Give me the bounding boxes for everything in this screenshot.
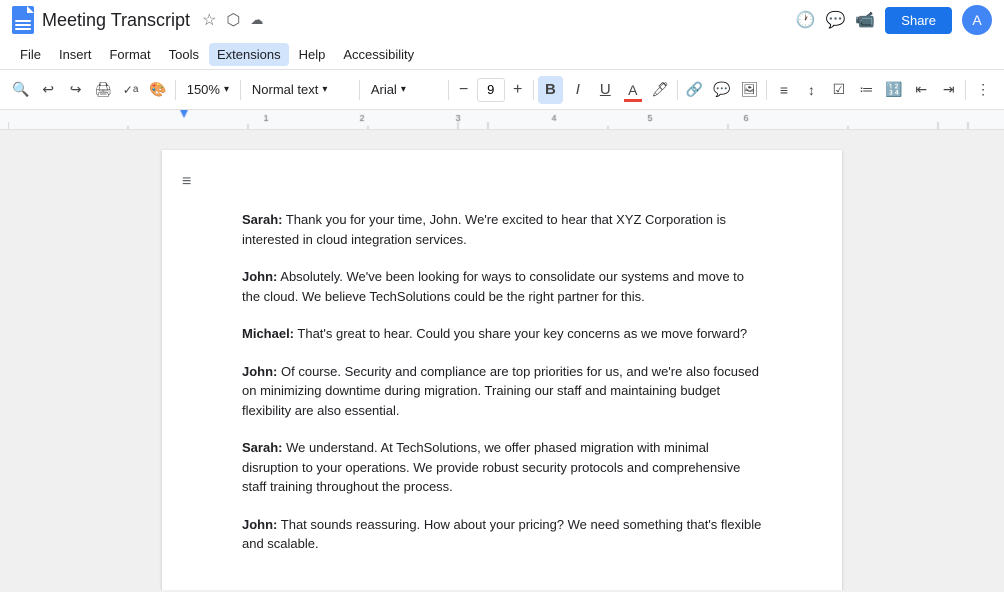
font-size-input[interactable] [477,78,505,102]
ruler-canvas [8,110,1004,130]
paragraph-john-1: John: Absolutely. We've been looking for… [242,267,762,306]
redo-button[interactable]: ↪ [63,76,88,104]
zoom-label: 150% [187,82,220,97]
font-family-dropdown-icon: ▾ [401,84,406,95]
more-options-button[interactable]: ⋮ [970,76,995,104]
highlight-button[interactable]: 🖊 [648,76,673,104]
text-john-2: Of course. Security and compliance are t… [242,364,759,418]
font-size-group: − + [453,76,529,104]
menu-file[interactable]: File [12,43,49,66]
account-icon[interactable]: A [962,5,992,35]
speaker-john-2: John: [242,364,277,379]
checklist-button[interactable]: ☑ [826,76,851,104]
text-style-select[interactable]: Normal text ▾ [245,76,355,104]
divider-5 [533,80,534,100]
speaker-sarah-2: Sarah: [242,440,282,455]
speaker-john-3: John: [242,517,277,532]
divider-2 [240,80,241,100]
paragraph-michael-1: Michael: That's great to hear. Could you… [242,324,762,344]
cloud-icon[interactable]: ☁ [250,12,263,28]
link-button[interactable]: 🔗 [682,76,707,104]
doc-icon [12,6,34,34]
text-sarah-2: We understand. At TechSolutions, we offe… [242,440,740,494]
underline-button[interactable]: U [593,76,618,104]
menu-bar: File Insert Format Tools Extensions Help… [0,40,1004,70]
paragraph-john-2: John: Of course. Security and compliance… [242,362,762,421]
document-title: Meeting Transcript [42,10,190,31]
document-area[interactable]: ≡ Sarah: Thank you for your time, John. … [0,130,1004,590]
speaker-john-1: John: [242,269,277,284]
menu-insert[interactable]: Insert [51,43,100,66]
indent-decrease-button[interactable]: ⇤ [909,76,934,104]
comment-button[interactable]: 💬 [709,76,734,104]
title-bar: Meeting Transcript ☆ ⬡ ☁ 🕐 💬 📹 Share A [0,0,1004,40]
divider-8 [965,80,966,100]
text-john-1: Absolutely. We've been looking for ways … [242,269,744,304]
divider-6 [677,80,678,100]
paint-format-button[interactable]: 🎨 [145,76,170,104]
meet-icon[interactable]: 📹 [855,10,875,30]
share-button[interactable]: Share [885,7,952,34]
paragraph-sarah-1: Sarah: Thank you for your time, John. We… [242,210,762,249]
indent-increase-button[interactable]: ⇥ [936,76,961,104]
text-michael-1: That's great to hear. Could you share yo… [294,326,747,341]
speaker-sarah-1: Sarah: [242,212,282,227]
history-icon[interactable]: 🕐 [796,10,816,30]
align-button[interactable]: ≡ [771,76,796,104]
title-bar-icons: ☆ ⬡ ☁ [202,10,263,30]
bullet-list-button[interactable]: ≔ [854,76,879,104]
toolbar: 🔍 ↩ ↪ 🖨 ✓a 🎨 150% ▾ Normal text ▾ Arial … [0,70,1004,110]
text-style-dropdown-icon: ▾ [322,84,327,95]
spellcheck-button[interactable]: ✓a [118,76,143,104]
bold-button[interactable]: B [538,76,563,104]
text-sarah-1: Thank you for your time, John. We're exc… [242,212,726,247]
font-size-increase-button[interactable]: + [507,76,529,104]
ruler [0,110,1004,130]
undo-button[interactable]: ↩ [35,76,60,104]
divider-7 [766,80,767,100]
zoom-select[interactable]: 150% ▾ [180,76,236,104]
header-right: 🕐 💬 📹 Share A [796,5,992,35]
numbered-list-button[interactable]: 🔢 [881,76,906,104]
font-family-select[interactable]: Arial ▾ [364,76,444,104]
font-size-decrease-button[interactable]: − [453,76,475,104]
text-john-3: That sounds reassuring. How about your p… [242,517,761,552]
folder-icon[interactable]: ⬡ [226,10,240,30]
font-family-label: Arial [371,82,397,97]
menu-tools[interactable]: Tools [161,43,207,66]
menu-accessibility[interactable]: Accessibility [335,43,422,66]
search-button[interactable]: 🔍 [8,76,33,104]
menu-extensions[interactable]: Extensions [209,43,289,66]
image-button[interactable]: 🖼 [737,76,762,104]
divider-4 [448,80,449,100]
line-spacing-button[interactable]: ↕ [799,76,824,104]
font-color-button[interactable]: A [620,76,645,104]
paragraph-john-3: John: That sounds reassuring. How about … [242,515,762,554]
menu-format[interactable]: Format [101,43,158,66]
paragraph-sarah-2: Sarah: We understand. At TechSolutions, … [242,438,762,497]
divider-1 [175,80,176,100]
print-button[interactable]: 🖨 [90,76,115,104]
menu-help[interactable]: Help [291,43,334,66]
list-icon: ≡ [182,170,191,194]
comments-icon[interactable]: 💬 [825,10,845,30]
document-page: ≡ Sarah: Thank you for your time, John. … [162,150,842,590]
italic-button[interactable]: I [565,76,590,104]
divider-3 [359,80,360,100]
speaker-michael-1: Michael: [242,326,294,341]
zoom-dropdown-icon: ▾ [224,84,229,95]
text-style-label: Normal text [252,82,318,97]
star-icon[interactable]: ☆ [202,10,216,30]
